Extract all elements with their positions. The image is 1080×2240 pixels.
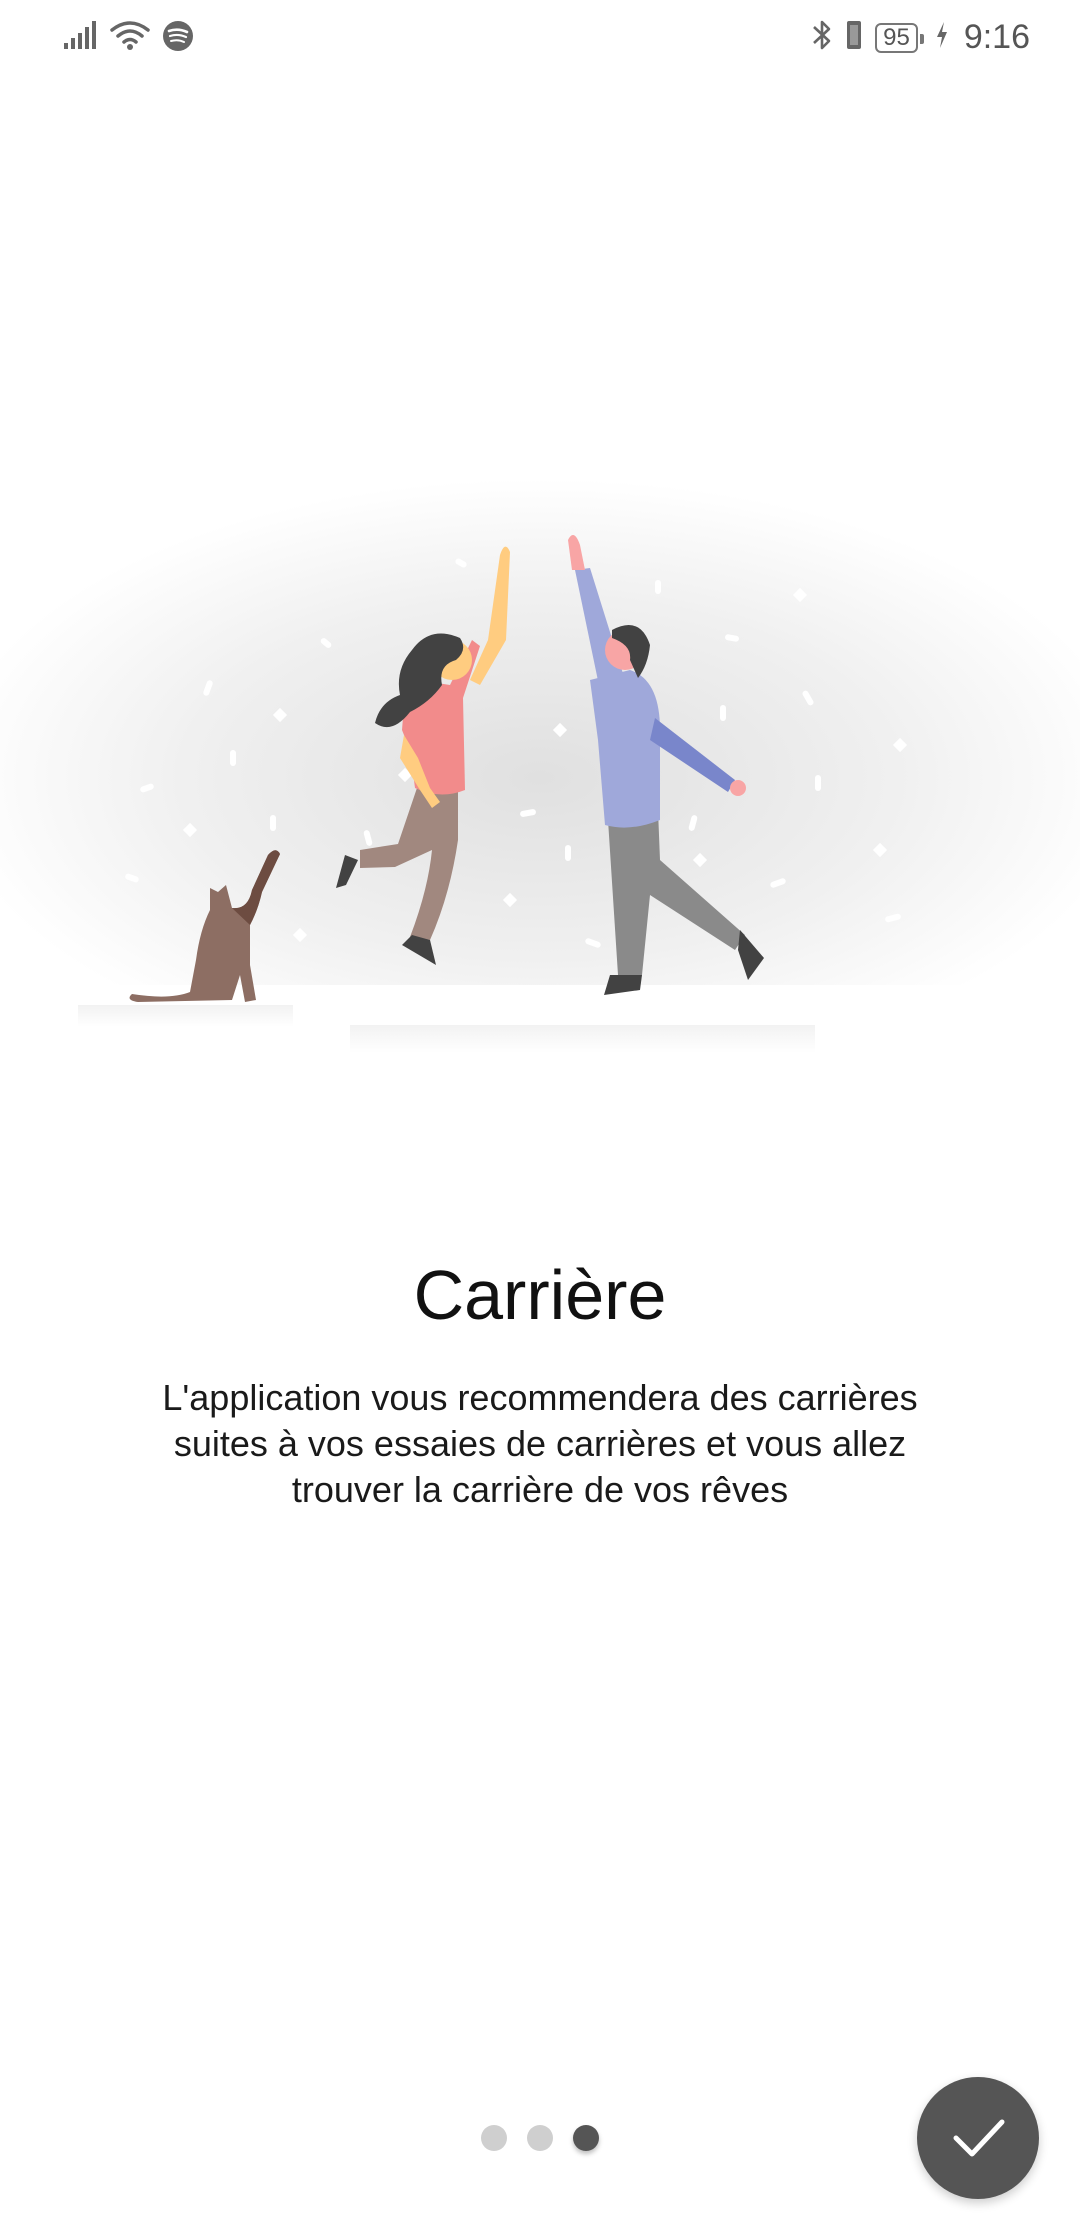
status-left — [64, 20, 194, 57]
bluetooth-icon — [811, 18, 833, 57]
onboarding-screen: 95 9:16 Carrière L'application vous reco… — [0, 0, 1080, 2240]
page-title: Carrière — [413, 1256, 667, 1334]
vibrate-icon — [843, 18, 865, 57]
page-description: L'application vous recommendera des carr… — [162, 1377, 918, 1510]
charging-icon — [934, 20, 950, 55]
status-time: 9:16 — [963, 18, 1030, 56]
check-icon — [946, 2104, 1010, 2173]
celebration-illustration — [0, 440, 1080, 1080]
status-right: 95 9:16 — [811, 18, 1030, 57]
wifi-icon — [110, 20, 150, 57]
battery-level: 95 — [875, 22, 924, 53]
page-dot-3-active[interactable] — [573, 2125, 599, 2151]
page-dot-2[interactable] — [527, 2125, 553, 2151]
page-dot-1[interactable] — [481, 2125, 507, 2151]
done-button[interactable] — [917, 2077, 1039, 2199]
status-bar: 95 9:16 — [0, 0, 1080, 80]
spotify-icon — [162, 20, 194, 57]
signal-icon — [64, 21, 98, 56]
